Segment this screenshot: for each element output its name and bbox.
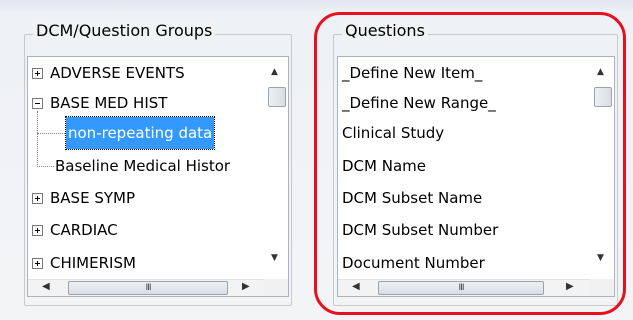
scroll-right-icon[interactable]: ▶: [242, 281, 250, 292]
tree-item-label: Baseline Medical Histor: [55, 157, 231, 175]
scroll-right-icon[interactable]: ▶: [566, 281, 574, 292]
tree-item-non-repeating-data[interactable]: non-repeating data: [28, 116, 266, 150]
vertical-scrollbar[interactable]: ▲ ▼: [265, 57, 288, 281]
scroll-thumb[interactable]: [268, 87, 286, 107]
scroll-thumb[interactable]: III: [68, 281, 228, 295]
scroll-up-icon[interactable]: ▲: [271, 67, 278, 77]
expand-icon[interactable]: [32, 225, 43, 236]
scroll-down-icon[interactable]: ▼: [597, 253, 604, 263]
tree-item-baseline-medical-history[interactable]: Baseline Medical Histor: [28, 150, 266, 182]
vertical-scrollbar[interactable]: ▲ ▼: [591, 57, 614, 281]
dcm-question-groups-label: DCM/Question Groups: [33, 21, 216, 40]
scroll-left-icon[interactable]: ◀: [42, 281, 50, 292]
collapse-icon[interactable]: [32, 98, 43, 109]
list-item[interactable]: _Define New Range_: [342, 87, 496, 119]
dcm-question-groups-tree[interactable]: ADVERSE EVENTS BASE MED HIST non-repeati…: [27, 56, 289, 297]
tree-item-label: BASE SYMP: [50, 189, 135, 207]
list-item[interactable]: DCM Name: [342, 150, 426, 182]
scroll-thumb[interactable]: [594, 87, 612, 107]
tree-item-label: CHIMERISM: [50, 254, 136, 272]
questions-label: Questions: [342, 21, 428, 40]
list-item[interactable]: _Define New Item_: [342, 57, 482, 89]
tree-item-base-med-hist[interactable]: BASE MED HIST: [28, 87, 266, 119]
tree-item-cardiac[interactable]: CARDIAC: [28, 214, 266, 246]
horizontal-scrollbar[interactable]: ◀ III ▶: [28, 279, 265, 296]
tree-item-label: BASE MED HIST: [50, 94, 168, 112]
scroll-corner: [264, 279, 288, 296]
tree-item-chimerism[interactable]: CHIMERISM: [28, 247, 266, 279]
scroll-corner: [590, 279, 614, 296]
expand-icon[interactable]: [32, 258, 43, 269]
questions-list[interactable]: _Define New Item_ _Define New Range_ Cli…: [337, 56, 615, 297]
list-item[interactable]: DCM Subset Name: [342, 182, 482, 214]
tree-item-label: CARDIAC: [50, 221, 118, 239]
expand-icon[interactable]: [32, 68, 43, 79]
list-item[interactable]: Clinical Study: [342, 117, 444, 149]
expand-icon[interactable]: [32, 193, 43, 204]
horizontal-scrollbar[interactable]: ◀ III ▶: [338, 279, 591, 296]
scroll-thumb[interactable]: III: [378, 281, 544, 295]
window-top-edge: [0, 0, 633, 12]
tree-item-label: ADVERSE EVENTS: [50, 64, 185, 82]
tree-item-label: non-repeating data: [64, 116, 216, 150]
tree-item-adverse-events[interactable]: ADVERSE EVENTS: [28, 57, 266, 89]
scroll-up-icon[interactable]: ▲: [597, 67, 604, 77]
scroll-down-icon[interactable]: ▼: [271, 253, 278, 263]
list-item[interactable]: Document Number: [342, 247, 485, 279]
list-item[interactable]: DCM Subset Number: [342, 214, 498, 246]
scroll-left-icon[interactable]: ◀: [352, 281, 360, 292]
tree-item-base-symp[interactable]: BASE SYMP: [28, 182, 266, 214]
